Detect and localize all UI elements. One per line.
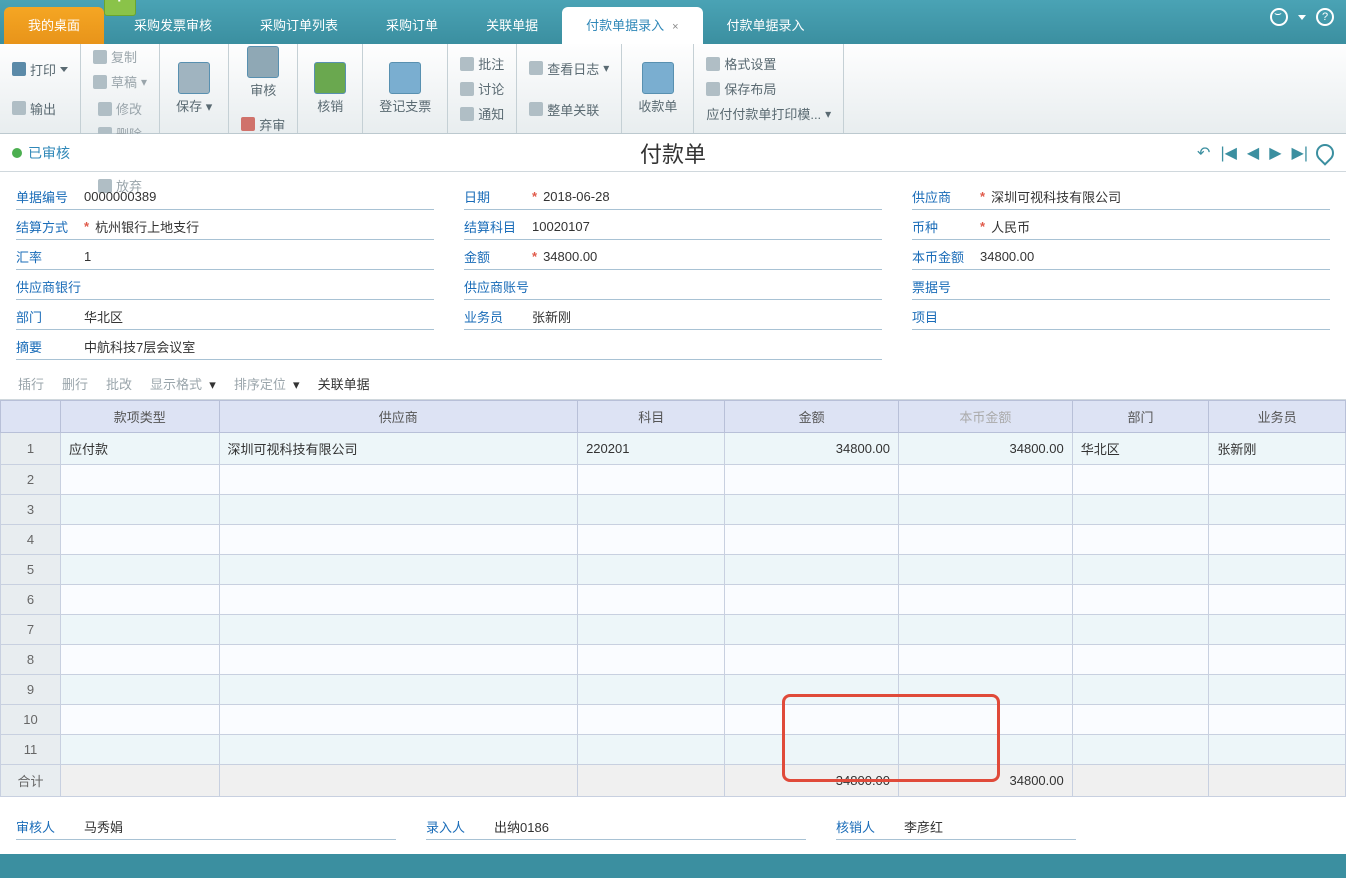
col-amount[interactable]: 金额 bbox=[725, 401, 899, 433]
form-area: 单据编号0000000389 日期*2018-06-28 供应商*深圳可视科技有… bbox=[0, 172, 1346, 368]
field-rate[interactable]: 汇率1 bbox=[16, 244, 434, 270]
whole-assoc-button[interactable]: 整单关联 bbox=[525, 98, 613, 121]
status-bar: 已审核 付款单 ↶ |◀ ◀ ▶ ▶| bbox=[0, 134, 1346, 172]
close-icon[interactable]: × bbox=[672, 21, 678, 33]
user-icon[interactable] bbox=[1270, 8, 1288, 26]
table-row[interactable]: 9 bbox=[1, 675, 1346, 705]
field-clerk[interactable]: 业务员张新刚 bbox=[464, 304, 882, 330]
table-row[interactable]: 10 bbox=[1, 705, 1346, 735]
help-icon[interactable]: ? bbox=[1316, 8, 1334, 26]
display-format-button[interactable]: 显示格式 ▾ bbox=[150, 374, 216, 393]
first-icon[interactable]: |◀ bbox=[1218, 141, 1238, 165]
table-row[interactable]: 3 bbox=[1, 495, 1346, 525]
grid-toolbar: 插行 删行 批改 显示格式 ▾ 排序定位 ▾ 关联单据 bbox=[0, 368, 1346, 400]
field-currency[interactable]: 币种*人民币 bbox=[912, 214, 1330, 240]
tab-item-2[interactable]: 采购订单 bbox=[362, 7, 462, 44]
table-row[interactable]: 1应付款深圳可视科技有限公司22020134800.0034800.00华北区张… bbox=[1, 433, 1346, 465]
last-icon[interactable]: ▶| bbox=[1290, 141, 1310, 165]
field-doc-no[interactable]: 单据编号0000000389 bbox=[16, 184, 434, 210]
col-type[interactable]: 款项类型 bbox=[61, 401, 220, 433]
verify-button[interactable]: 核销 bbox=[306, 58, 354, 119]
notify-button[interactable]: 通知 bbox=[456, 102, 508, 125]
sort-pos-button[interactable]: 排序定位 ▾ bbox=[234, 374, 300, 393]
table-total-row: 合计34800.0034800.00 bbox=[1, 765, 1346, 797]
field-amount[interactable]: 金额*34800.00 bbox=[464, 244, 882, 270]
status-dot-icon bbox=[12, 148, 22, 158]
user-dropdown-icon[interactable] bbox=[1298, 15, 1306, 20]
tab-item-3[interactable]: 关联单据 bbox=[462, 7, 562, 44]
footer: 审核人马秀娟 录入人出纳0186 核销人李彦红 bbox=[0, 800, 1346, 854]
table-row[interactable]: 8 bbox=[1, 645, 1346, 675]
audit-button[interactable]: 审核 bbox=[239, 42, 287, 103]
tab-item-5[interactable]: 付款单据录入 bbox=[703, 7, 829, 44]
tab-bar: 我的桌面 采购发票审核 采购订单列表 采购订单 关联单据 付款单据录入× 付款单… bbox=[0, 0, 1346, 44]
discuss-button[interactable]: 讨论 bbox=[456, 77, 508, 100]
field-dept[interactable]: 部门华北区 bbox=[16, 304, 434, 330]
field-local-amount[interactable]: 本币金额34800.00 bbox=[912, 244, 1330, 270]
register-check-button[interactable]: 登记支票 bbox=[371, 58, 439, 119]
col-clerk[interactable]: 业务员 bbox=[1209, 401, 1346, 433]
insert-row-button[interactable]: 插行 bbox=[18, 374, 44, 393]
doc-title: 付款单 bbox=[640, 137, 706, 169]
field-date[interactable]: 日期*2018-06-28 bbox=[464, 184, 882, 210]
modify-button[interactable]: 修改 bbox=[94, 97, 146, 120]
table-row[interactable]: 6 bbox=[1, 585, 1346, 615]
print-button[interactable]: 打印 bbox=[8, 58, 72, 81]
field-supplier[interactable]: 供应商*深圳可视科技有限公司 bbox=[912, 184, 1330, 210]
col-dept[interactable]: 部门 bbox=[1072, 401, 1209, 433]
field-supplier-acct[interactable]: 供应商账号 bbox=[464, 274, 882, 300]
next-icon[interactable]: ▶ bbox=[1267, 141, 1283, 165]
table-row[interactable]: 11 bbox=[1, 735, 1346, 765]
table-row[interactable]: 4 bbox=[1, 525, 1346, 555]
abandon-audit-button[interactable]: 弃审 bbox=[237, 113, 289, 136]
grid-wrap: 款项类型 供应商 科目 金额 本币金额 部门 业务员 1应付款深圳可视科技有限公… bbox=[0, 400, 1346, 800]
note-button[interactable]: 批注 bbox=[456, 52, 508, 75]
draft-button[interactable]: 草稿 ▾ bbox=[89, 70, 151, 93]
copy-button[interactable]: 复制 bbox=[89, 45, 151, 68]
col-supplier[interactable]: 供应商 bbox=[219, 401, 578, 433]
undo-icon[interactable]: ↶ bbox=[1195, 141, 1212, 165]
field-entry: 录入人出纳0186 bbox=[426, 814, 806, 840]
table-row[interactable]: 7 bbox=[1, 615, 1346, 645]
tab-home[interactable]: 我的桌面 bbox=[4, 7, 104, 44]
tab-item-4[interactable]: 付款单据录入× bbox=[562, 7, 702, 44]
bottom-status-bar bbox=[0, 854, 1346, 878]
field-project[interactable]: 项目 bbox=[912, 304, 1330, 330]
assoc-doc-button[interactable]: 关联单据 bbox=[318, 374, 370, 393]
field-settle-method[interactable]: 结算方式*杭州银行上地支行 bbox=[16, 214, 434, 240]
field-summary[interactable]: 摘要中航科技7层会议室 bbox=[16, 334, 882, 360]
print-template-button[interactable]: 应付付款单打印模... ▾ bbox=[702, 102, 835, 125]
ribbon: 打印 输出 增加 复制 草稿 ▾ 修改 删除 附件 放弃 保存 ▾ 审核 弃审 … bbox=[0, 44, 1346, 134]
field-verifier: 核销人李彦红 bbox=[836, 814, 1076, 840]
status-text: 已审核 bbox=[28, 143, 70, 163]
col-local-amount[interactable]: 本币金额 bbox=[899, 401, 1073, 433]
prev-icon[interactable]: ◀ bbox=[1245, 141, 1261, 165]
field-auditor: 审核人马秀娟 bbox=[16, 814, 396, 840]
detail-grid[interactable]: 款项类型 供应商 科目 金额 本币金额 部门 业务员 1应付款深圳可视科技有限公… bbox=[0, 400, 1346, 797]
receipt-button[interactable]: 收款单 bbox=[630, 58, 685, 119]
field-settle-subject[interactable]: 结算科目10020107 bbox=[464, 214, 882, 240]
tab-item-1[interactable]: 采购订单列表 bbox=[236, 7, 362, 44]
view-log-button[interactable]: 查看日志 ▾ bbox=[525, 57, 613, 80]
delete-row-button[interactable]: 删行 bbox=[62, 374, 88, 393]
search-icon[interactable] bbox=[1312, 140, 1337, 165]
batch-button[interactable]: 批改 bbox=[106, 374, 132, 393]
field-bill-no[interactable]: 票据号 bbox=[912, 274, 1330, 300]
table-row[interactable]: 2 bbox=[1, 465, 1346, 495]
table-row[interactable]: 5 bbox=[1, 555, 1346, 585]
field-supplier-bank[interactable]: 供应商银行 bbox=[16, 274, 434, 300]
save-button[interactable]: 保存 ▾ bbox=[168, 58, 220, 119]
save-layout-button[interactable]: 保存布局 bbox=[702, 77, 835, 100]
col-subject[interactable]: 科目 bbox=[578, 401, 725, 433]
format-set-button[interactable]: 格式设置 bbox=[702, 52, 835, 75]
output-button[interactable]: 输出 bbox=[8, 97, 72, 120]
